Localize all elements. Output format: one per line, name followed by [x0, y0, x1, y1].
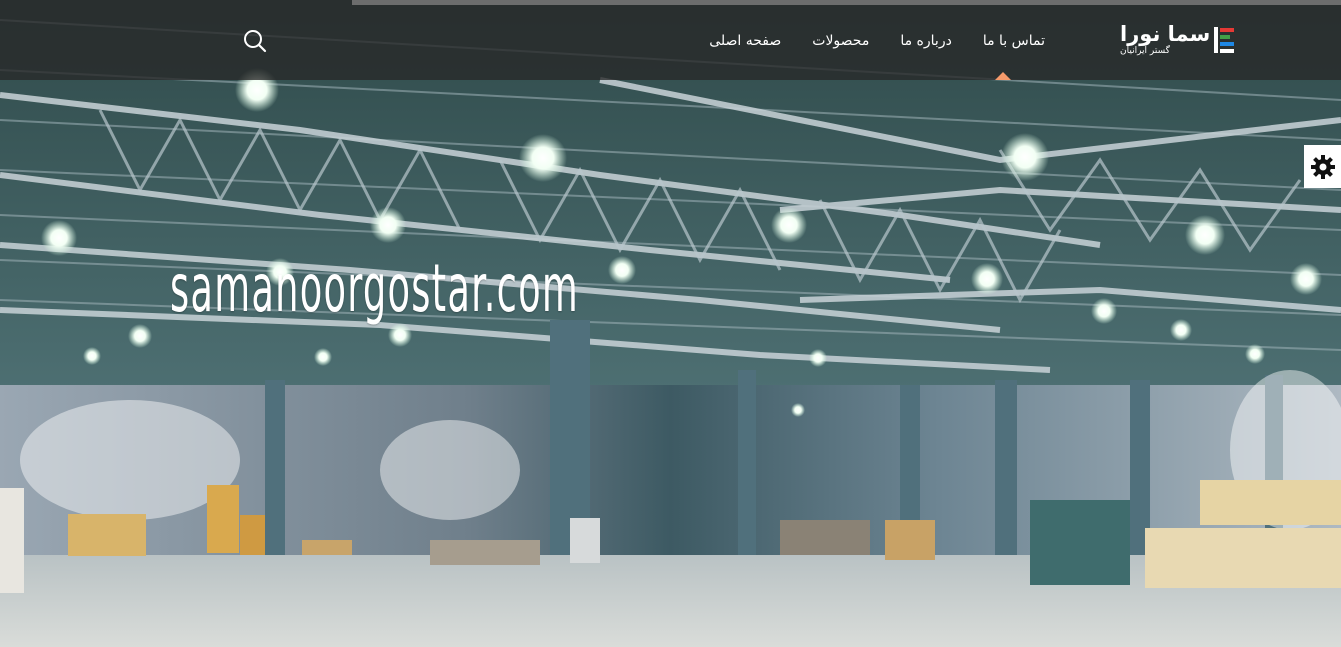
logo-blue-stripe [1220, 42, 1235, 46]
nav-contact[interactable]: تماس با ما [983, 31, 1045, 51]
logo-mark-icon [1214, 27, 1235, 53]
active-nav-indicator [995, 72, 1011, 80]
hero-title: samanoorgostar.com [170, 250, 580, 327]
logo-main-text: سما نورا [1120, 22, 1211, 46]
search-icon [244, 30, 267, 53]
main-nav: صفحه اصلی محصولات درباره ما تماس با ما [709, 31, 1045, 51]
settings-button[interactable] [1304, 145, 1341, 188]
logo-green-stripe [1220, 35, 1231, 39]
nav-products[interactable]: محصولات [812, 31, 869, 51]
logo-red-stripe [1220, 28, 1235, 32]
logo-sub-text: گستر ایرانیان [1120, 46, 1170, 56]
nav-home[interactable]: صفحه اصلی [709, 31, 781, 51]
logo-text: سما نورا گستر ایرانیان [1120, 22, 1211, 56]
nav-about[interactable]: درباره ما [900, 31, 951, 51]
header-top-line [352, 0, 1341, 5]
search-button[interactable] [242, 28, 268, 54]
site-logo[interactable]: سما نورا گستر ایرانیان [1120, 20, 1240, 60]
gear-icon [1310, 154, 1335, 179]
